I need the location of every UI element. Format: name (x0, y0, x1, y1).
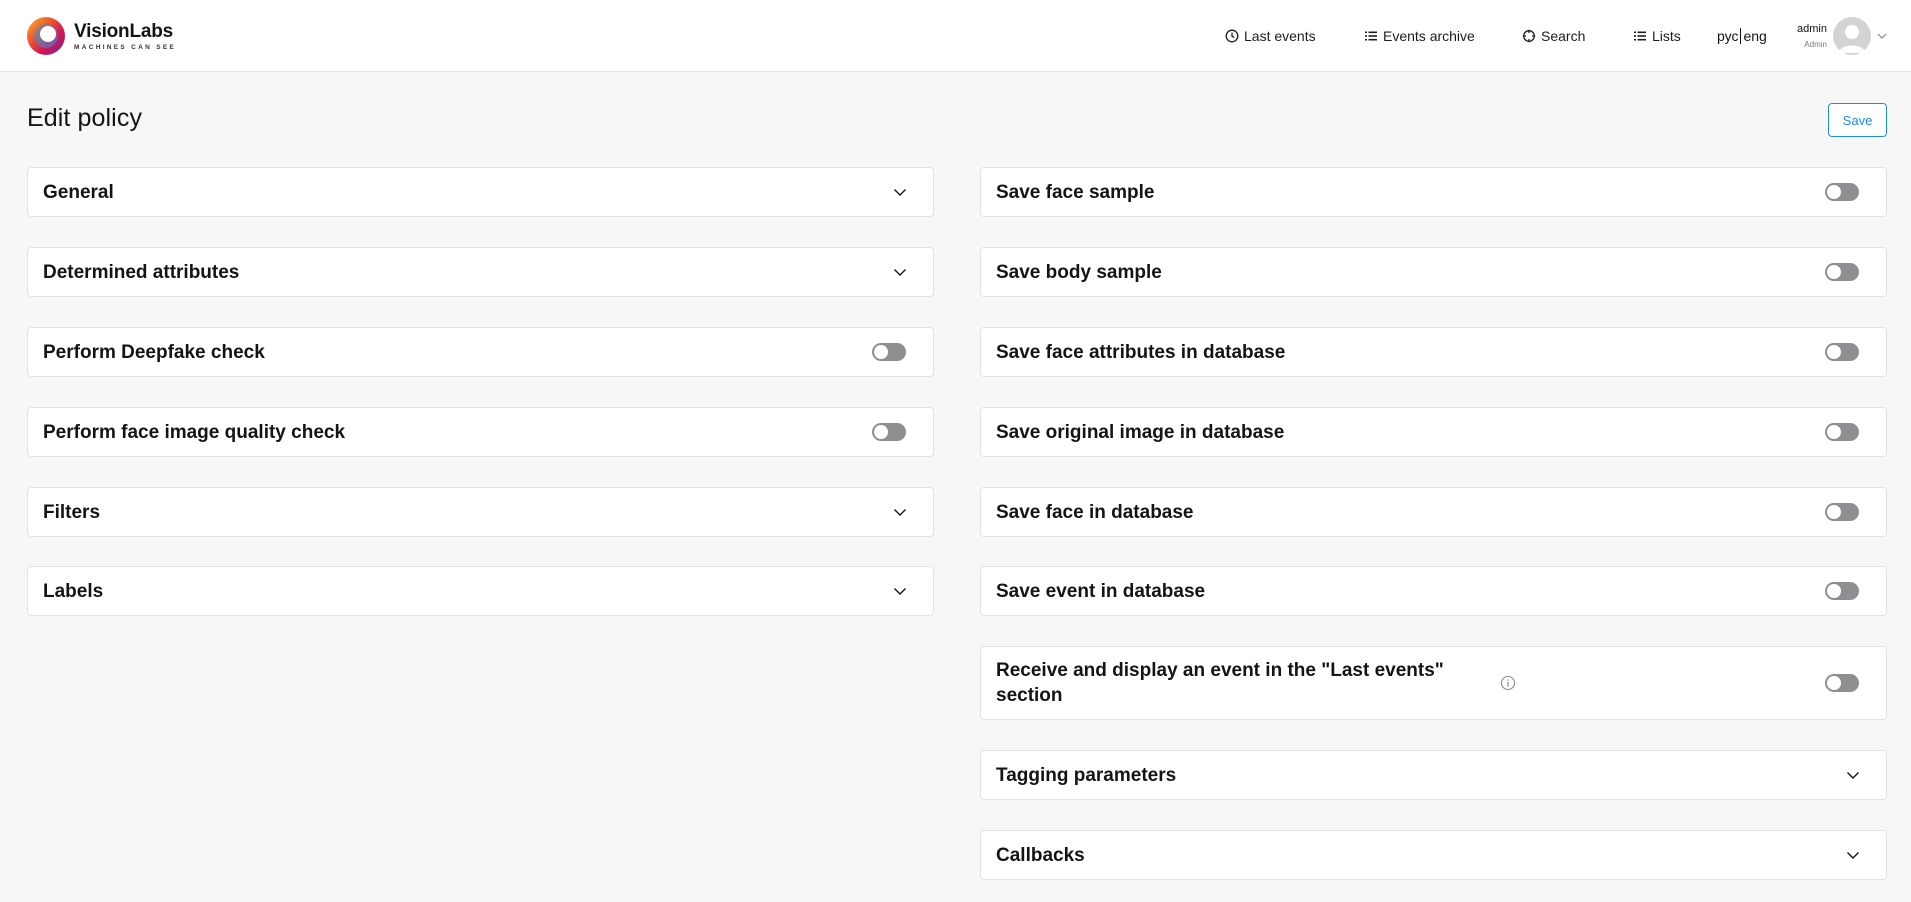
nav-lists-wrap: Lists (1633, 0, 1681, 72)
save-original-image-toggle[interactable] (1825, 423, 1859, 441)
chevron-down-icon[interactable] (893, 186, 907, 198)
setting-save-event: Save event in database (980, 566, 1887, 616)
face-quality-check-toggle[interactable] (872, 423, 906, 441)
chevron-down-icon[interactable] (893, 266, 907, 278)
user-role: Admin (1804, 39, 1827, 49)
top-header: VisionLabs MACHINES CAN SEE Last events … (0, 0, 1911, 72)
setting-display-last-events: Receive and display an event in the "Las… (980, 646, 1887, 720)
page-title: Edit policy (27, 104, 143, 132)
setting-save-event-label: Save event in database (996, 580, 1206, 602)
lang-separator (1740, 28, 1742, 44)
save-button[interactable]: Save (1828, 103, 1887, 137)
setting-save-original-image-label: Save original image in database (996, 421, 1285, 443)
list-icon (1365, 31, 1377, 41)
section-determined-attributes[interactable]: Determined attributes (27, 247, 934, 297)
brand-tagline: MACHINES CAN SEE (74, 43, 177, 51)
chevron-down-icon[interactable] (893, 506, 907, 518)
deepfake-check-toggle[interactable] (872, 343, 906, 361)
section-tagging-parameters[interactable]: Tagging parameters (980, 750, 1887, 800)
setting-face-quality-check: Perform face image quality check (27, 407, 934, 457)
chevron-down-icon[interactable] (1846, 769, 1860, 781)
user-name: admin (1797, 22, 1827, 35)
lang-ru[interactable]: рус (1717, 28, 1738, 44)
save-event-toggle[interactable] (1825, 582, 1859, 600)
nav-events-archive[interactable]: Events archive (1364, 28, 1475, 44)
chevron-down-icon[interactable] (893, 585, 907, 597)
nav-events-archive-label: Events archive (1383, 28, 1475, 44)
chevron-down-icon[interactable] (1846, 849, 1860, 861)
info-icon[interactable] (1500, 675, 1516, 691)
setting-display-last-events-label: Receive and display an event in the "Las… (996, 660, 1444, 706)
brand-name: VisionLabs (74, 20, 174, 42)
setting-face-quality-check-label: Perform face image quality check (43, 421, 346, 443)
nav-search-label: Search (1541, 28, 1586, 44)
display-last-events-toggle[interactable] (1825, 674, 1859, 692)
section-labels[interactable]: Labels (27, 566, 934, 616)
list-icon (1634, 31, 1646, 41)
section-labels-label: Labels (43, 580, 104, 602)
save-face-attributes-toggle[interactable] (1825, 343, 1859, 361)
section-callbacks[interactable]: Callbacks (980, 830, 1887, 880)
lang-en[interactable]: eng (1743, 28, 1766, 44)
section-callbacks-label: Callbacks (996, 844, 1085, 866)
nav-lists[interactable]: Lists (1633, 28, 1681, 44)
user-icon (1837, 25, 1866, 53)
nav-last-events-label: Last events (1244, 28, 1316, 44)
language-switcher: рус eng (1717, 0, 1767, 72)
section-determined-attributes-label: Determined attributes (43, 261, 240, 283)
save-body-sample-toggle[interactable] (1825, 263, 1859, 281)
section-tagging-parameters-label: Tagging parameters (996, 764, 1177, 786)
save-face-toggle[interactable] (1825, 503, 1859, 521)
setting-deepfake-check: Perform Deepfake check (27, 327, 934, 377)
nav-search-wrap: Search (1522, 0, 1585, 72)
clock-icon (1225, 29, 1239, 43)
setting-save-body-sample: Save body sample (980, 247, 1887, 297)
nav-lists-label: Lists (1652, 28, 1681, 44)
setting-save-face-sample: Save face sample (980, 167, 1887, 217)
chevron-down-icon[interactable] (1876, 31, 1888, 41)
nav-search[interactable]: Search (1522, 28, 1585, 44)
target-icon (1522, 29, 1536, 43)
section-filters-label: Filters (43, 501, 101, 523)
nav-events-archive-wrap: Events archive (1364, 0, 1475, 72)
visionlabs-logo-icon (27, 17, 65, 55)
nav-last-events[interactable]: Last events (1225, 28, 1316, 44)
nav-last-events-wrap: Last events (1225, 0, 1316, 72)
setting-save-face: Save face in database (980, 487, 1887, 537)
setting-save-face-attributes-label: Save face attributes in database (996, 341, 1286, 363)
setting-save-face-sample-label: Save face sample (996, 181, 1155, 203)
setting-save-original-image: Save original image in database (980, 407, 1887, 457)
user-menu[interactable]: admin Admin (1797, 16, 1888, 56)
section-filters[interactable]: Filters (27, 487, 934, 537)
setting-deepfake-check-label: Perform Deepfake check (43, 341, 265, 363)
section-general-label: General (43, 181, 114, 203)
avatar[interactable] (1832, 17, 1871, 55)
setting-save-body-sample-label: Save body sample (996, 261, 1162, 283)
setting-save-face-label: Save face in database (996, 501, 1194, 523)
save-face-sample-toggle[interactable] (1825, 183, 1859, 201)
setting-save-face-attributes: Save face attributes in database (980, 327, 1887, 377)
visionlabs-logo[interactable]: VisionLabs MACHINES CAN SEE (27, 16, 176, 56)
section-general[interactable]: General (27, 167, 934, 217)
